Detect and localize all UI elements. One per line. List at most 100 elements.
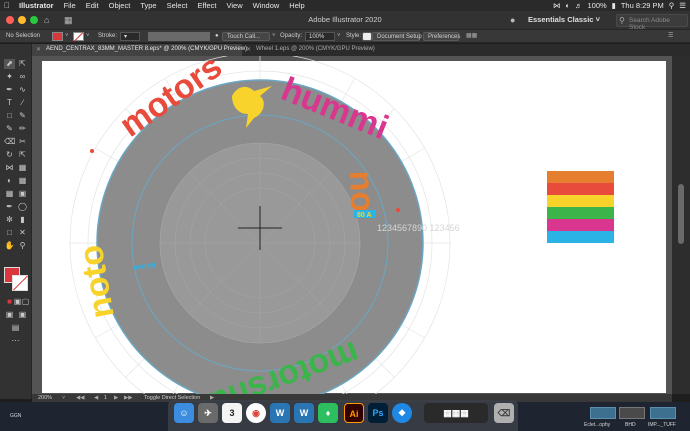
menu-window[interactable]: Window xyxy=(248,1,285,10)
brush-definition-dropdown[interactable]: Touch Call... xyxy=(222,32,270,41)
zoom-chevron-icon[interactable]: ˅ xyxy=(62,395,65,401)
lasso-tool-icon[interactable]: ∞ xyxy=(17,72,28,82)
bluetooth-icon[interactable]: ⋈ xyxy=(553,1,561,10)
last-artboard-icon[interactable]: ▶▶ xyxy=(124,395,132,401)
align-icon[interactable]: ▦▦ xyxy=(466,32,477,41)
artboard-number[interactable]: 1 xyxy=(104,395,107,401)
symbol-sprayer-tool-icon[interactable]: ✼ xyxy=(4,215,15,225)
vertical-scrollbar[interactable] xyxy=(672,56,690,394)
magic-wand-tool-icon[interactable]: ✦ xyxy=(4,72,15,82)
battery-percent[interactable]: 100% xyxy=(587,1,606,10)
battery-icon[interactable]: ▮ xyxy=(612,1,616,10)
slice-tool-icon[interactable]: ✕ xyxy=(17,228,28,238)
stock-search-input[interactable]: ⚲ Search Adobe Stock xyxy=(616,14,688,31)
curvature-tool-icon[interactable]: ∿ xyxy=(17,85,28,95)
fill-swatch[interactable] xyxy=(52,32,63,41)
workspace-switcher[interactable]: Essentials Classic ˅ xyxy=(528,15,613,27)
color-stripe[interactable] xyxy=(547,207,614,219)
color-stripe-swatch[interactable] xyxy=(547,171,614,243)
eraser-tool-icon[interactable]: ⌫ xyxy=(4,137,15,147)
scale-tool-icon[interactable]: ⇱ xyxy=(17,150,28,160)
menu-file[interactable]: File xyxy=(59,1,81,10)
photoshop-icon[interactable]: Ps xyxy=(368,403,388,423)
zoom-level[interactable]: 200% xyxy=(38,395,52,401)
draw-mode-icon[interactable]: ▣ xyxy=(4,310,15,320)
tab-master-document[interactable]: ✕ AEND_CENTRAX_83MM_MASTER 8.eps* @ 200%… xyxy=(32,44,247,56)
safari-icon[interactable]: ❖ xyxy=(392,403,412,423)
control-center-icon[interactable]: ☰ xyxy=(679,1,686,10)
artboard-tool-icon[interactable]: □ xyxy=(4,228,15,238)
line-tool-icon[interactable]: ∕ xyxy=(17,98,28,108)
perspective-grid-tool-icon[interactable]: ▦ xyxy=(17,176,28,186)
close-tab-icon[interactable]: ✕ xyxy=(36,46,41,53)
zoom-tool-icon[interactable]: ⚲ xyxy=(17,241,28,251)
menu-type[interactable]: Type xyxy=(135,1,161,10)
color-stripe[interactable] xyxy=(547,183,614,195)
paintbrush-tool-icon[interactable]: ✎ xyxy=(17,111,28,121)
desktop-file-label[interactable]: BHD xyxy=(625,422,636,428)
desktop-file-icon[interactable] xyxy=(590,407,616,419)
width-tool-icon[interactable]: ⋈ xyxy=(4,163,15,173)
direct-selection-tool-icon[interactable]: ⇱ xyxy=(17,59,28,69)
desktop-file-icon[interactable] xyxy=(650,407,676,419)
color-stripe[interactable] xyxy=(547,219,614,231)
opacity-label[interactable]: Opacity: xyxy=(280,32,302,41)
stroke-weight-input[interactable]: ▾ xyxy=(120,32,140,41)
type-tool-icon[interactable]: T xyxy=(4,98,15,108)
none-mode-icon[interactable]: ▢ xyxy=(20,297,31,307)
shaper-tool-icon[interactable]: ✎ xyxy=(4,124,15,134)
menu-select[interactable]: Select xyxy=(162,1,193,10)
hand-tool-icon[interactable]: ✋ xyxy=(4,241,15,251)
variable-width-profile[interactable] xyxy=(148,32,210,41)
selection-tool-icon[interactable]: ⬈ xyxy=(4,59,15,69)
chrome-icon[interactable]: ◉ xyxy=(246,403,266,423)
ring-text-no[interactable]: no xyxy=(342,170,381,213)
pencil-tool-icon[interactable]: ✏ xyxy=(17,124,28,134)
next-artboard-icon[interactable]: ▶ xyxy=(114,395,118,401)
close-tab-icon[interactable]: ✕ xyxy=(246,46,251,53)
mission-control-icon[interactable]: ▦▦▦ xyxy=(424,403,488,423)
previous-artboard-icon[interactable]: ◀ xyxy=(94,395,98,401)
menu-effect[interactable]: Effect xyxy=(192,1,221,10)
brush-chevron-icon[interactable]: ˅ xyxy=(272,32,276,41)
draw-behind-icon[interactable]: ▣ xyxy=(17,310,28,320)
pen-tool-icon[interactable]: ✒ xyxy=(4,85,15,95)
evernote-icon[interactable]: ♦ xyxy=(318,403,338,423)
volume-icon[interactable]: ♬ xyxy=(575,1,583,10)
menu-view[interactable]: View xyxy=(221,1,247,10)
menu-illustrator[interactable]: Illustrator xyxy=(14,1,59,10)
wifi-icon[interactable]: ◐ xyxy=(565,1,570,10)
menu-help[interactable]: Help xyxy=(284,1,309,10)
color-stripe[interactable] xyxy=(547,195,614,207)
edit-toolbar-icon[interactable]: ⋯ xyxy=(10,336,21,346)
opacity-input[interactable]: 100% xyxy=(305,32,335,41)
calendar-icon[interactable]: 3 xyxy=(222,403,242,423)
graphic-style-swatch[interactable] xyxy=(362,32,372,41)
menu-object[interactable]: Object xyxy=(104,1,136,10)
tab-wheel-document[interactable]: ✕ Wheel 1.eps @ 200% (CMYK/GPU Preview) xyxy=(242,44,402,56)
mesh-tool-icon[interactable]: ▦ xyxy=(4,189,15,199)
control-bar-menu-icon[interactable]: ☰ xyxy=(668,32,673,41)
blend-tool-icon[interactable]: ◯ xyxy=(17,202,28,212)
rotate-tool-icon[interactable]: ↻ xyxy=(4,150,15,160)
desktop-file-label[interactable]: IMP..._TUFF xyxy=(648,422,676,428)
canvas-area[interactable]: 1234567890 123456 motors hummi no motors… xyxy=(32,56,672,394)
rectangle-tool-icon[interactable]: □ xyxy=(4,111,15,121)
spotlight-icon[interactable]: ⚲ xyxy=(669,1,675,10)
scrollbar-thumb[interactable] xyxy=(678,184,684,244)
fill-chevron-icon[interactable]: ˅ xyxy=(65,32,69,41)
column-graph-tool-icon[interactable]: ▮ xyxy=(17,215,28,225)
desktop-file-label[interactable]: Eclet...ophy xyxy=(584,422,610,428)
shape-builder-tool-icon[interactable]: ◐ xyxy=(4,176,15,186)
menu-edit[interactable]: Edit xyxy=(81,1,104,10)
finder-icon[interactable]: ☺ xyxy=(174,403,194,423)
wordpress-icon[interactable]: W xyxy=(270,403,290,423)
screen-mode-icon[interactable]: ▤ xyxy=(10,323,21,333)
lightbulb-icon[interactable]: ● xyxy=(510,15,515,25)
wordpress-2-icon[interactable]: W xyxy=(294,403,314,423)
color-stripe[interactable] xyxy=(547,171,614,183)
stroke-chevron-icon[interactable]: ˅ xyxy=(86,32,90,41)
menubar-clock[interactable]: Thu 8:29 PM xyxy=(621,1,664,10)
stroke-swatch[interactable] xyxy=(73,32,84,41)
apple-icon[interactable]:  xyxy=(0,1,14,10)
